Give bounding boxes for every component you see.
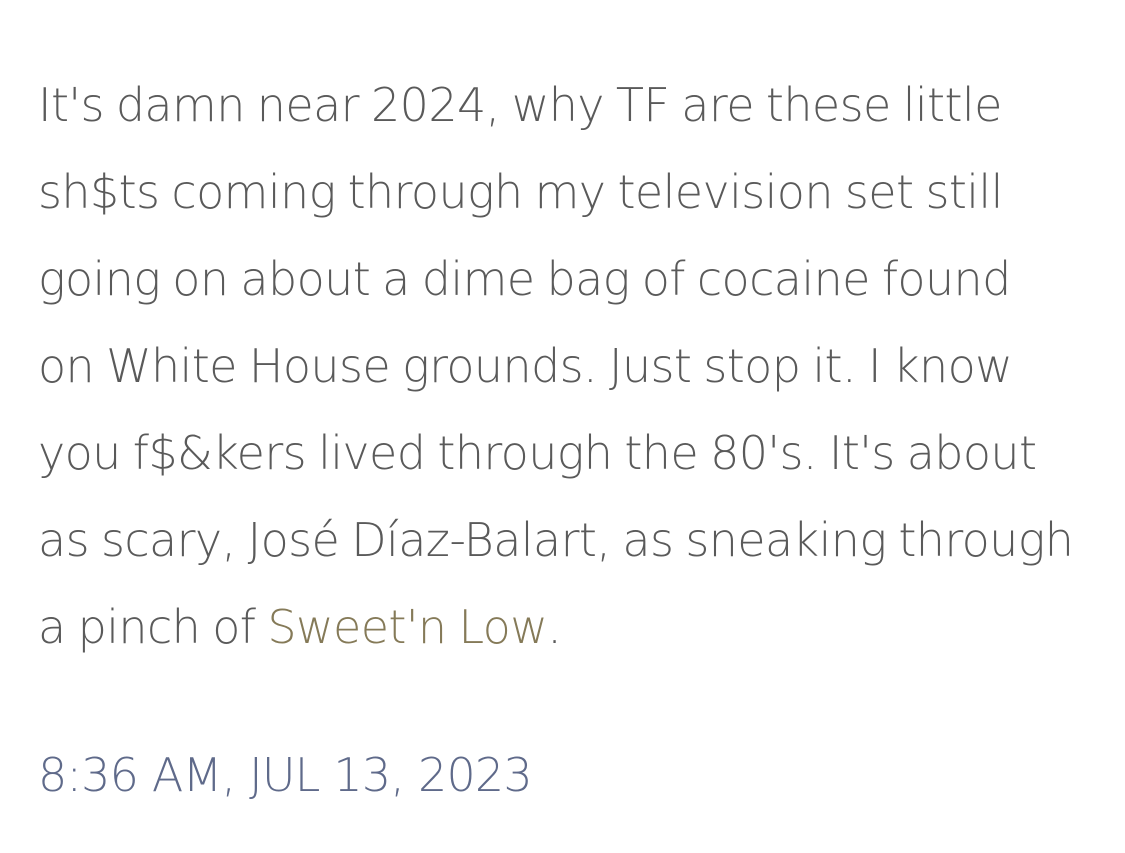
post-timestamp[interactable]: 8:36 AM, JUL 13, 2023 [38,740,533,810]
post-line-7-suffix: . [547,600,562,654]
post-line-3: going on about a dime bag of cocaine fou… [38,252,1011,306]
post-line-6: as scary, José Díaz-Balart, as sneaking … [38,513,1074,567]
post-line-7-prefix: a pinch of [38,600,268,654]
post-line-2: sh$ts coming through my television set s… [38,165,1003,219]
post-line-5: you f$&kers lived through the 80's. It's… [38,426,1037,480]
highlighted-link-sweetn-low[interactable]: Sweet'n Low [267,584,547,671]
post-line-7: a pinch of Sweet'n Low. [38,584,1088,671]
post-text: It's damn near 2024, why TF are these li… [38,62,1088,671]
post-line-4: on White House grounds. Just stop it. I … [38,339,1013,393]
post-container: It's damn near 2024, why TF are these li… [38,62,1088,671]
post-line-1: It's damn near 2024, why TF are these li… [38,78,1002,132]
